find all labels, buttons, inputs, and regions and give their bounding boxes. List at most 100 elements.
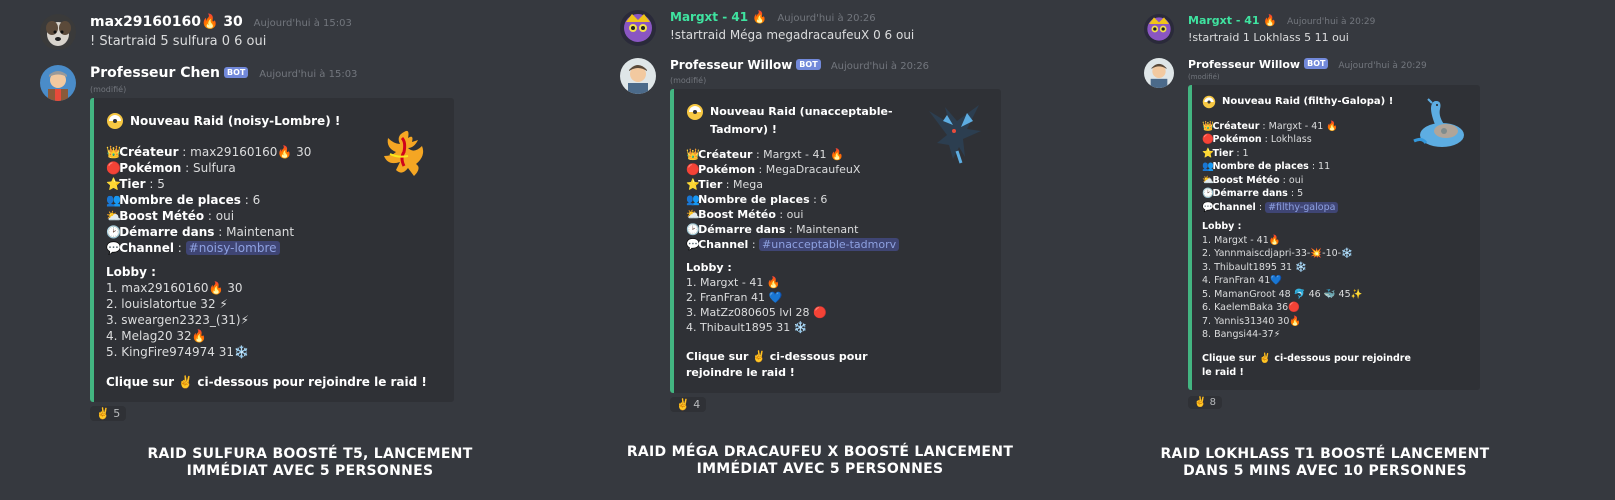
clock-icon: 🕑: [686, 223, 700, 236]
reaction-count: 4: [693, 398, 701, 411]
lobby-title: Lobby :: [686, 261, 732, 274]
field-value: : Margxt - 41 🔥: [752, 148, 844, 161]
lobby-entry: 2. FranFran 41 💙: [686, 291, 783, 304]
victory-hand-icon: ✌️: [676, 398, 690, 411]
bot-message: Professeur Willow BOT Aujourd'hui à 20:29…: [1140, 58, 1610, 409]
timestamp: Aujourd'hui à 20:29: [1338, 61, 1427, 71]
user-message: Margxt - 41 🔥 Aujourd'hui à 20:29 !start…: [1140, 14, 1610, 44]
weather-icon: ⛅: [686, 208, 700, 221]
field-value: : Maintenant: [214, 225, 295, 239]
reaction-button[interactable]: ✌️ 5: [90, 406, 127, 421]
lobby-title: Lobby :: [1202, 221, 1242, 232]
user-avatar[interactable]: [1144, 14, 1174, 44]
field-label: Pokémon: [1212, 134, 1262, 145]
field-value: : Margxt - 41 🔥: [1259, 120, 1339, 132]
lobby-entry: 2. Yannmaiscdjapri-33-💥-10-❄️: [1202, 248, 1353, 259]
embed-title: Nouveau Raid (unacceptable-Tadmorv) !: [710, 105, 893, 136]
field-label: Channel: [698, 238, 749, 251]
embed-title: Nouveau Raid (filthy-Galopa) !: [1222, 96, 1394, 107]
field-label: Boost Météo: [698, 208, 776, 221]
reaction-count: 8: [1209, 396, 1217, 408]
reaction-button[interactable]: ✌️ 8: [1188, 395, 1223, 409]
reaction-count: 5: [113, 407, 121, 420]
field-value: : 6: [809, 193, 828, 206]
channel-link[interactable]: #unacceptable-tadmorv: [759, 238, 900, 251]
lobby-list: 1. Margxt - 41 🔥 2. FranFran 41 💙 3. Mat…: [686, 275, 989, 335]
field-value: : 5: [1287, 188, 1304, 199]
channel-link[interactable]: #filthy-galopa: [1265, 201, 1339, 213]
field-label: Nombre de places: [698, 193, 810, 206]
timestamp: Aujourd'hui à 20:26: [830, 61, 930, 72]
pokemon-thumbnail: [923, 101, 985, 171]
lobby-entry: 3. Thibault1895 31 ❄️: [1202, 261, 1307, 273]
lobby-entry: 3. sweargen2323_(31)⚡: [106, 313, 249, 327]
command-text: ! Startraid 5 sulfura 0 6 oui: [90, 34, 267, 49]
crown-icon: 👑: [686, 148, 700, 161]
bot-avatar[interactable]: [1144, 58, 1174, 88]
people-icon: 👥: [1202, 161, 1214, 172]
bot-name[interactable]: Professeur Chen: [90, 65, 220, 81]
lobby-entry: 5. KingFire974974 31❄️: [106, 345, 249, 359]
field-value: : 1: [1233, 147, 1249, 159]
user-avatar[interactable]: [620, 10, 656, 46]
edited-label: (modifié): [90, 85, 127, 94]
field-value: : 11: [1308, 161, 1331, 172]
caption-line: RAID SULFURA BOOSTÉ T5, LANCEMENT: [147, 446, 473, 462]
raid-panel-lokhlass: Margxt - 41 🔥 Aujourd'hui à 20:29 !start…: [1140, 0, 1610, 500]
pokeball-badge-icon: [106, 112, 124, 134]
field-value: : 6: [240, 193, 261, 207]
edited-label: (modifié): [1188, 73, 1220, 81]
caption: RAID MÉGA DRACAUFEU X BOOSTÉ LANCEMENT I…: [600, 444, 1040, 478]
timestamp: Aujourd'hui à 20:29: [1286, 17, 1376, 27]
lobby-entry: 3. MatZz080605 lvl 28 🔴: [686, 306, 827, 319]
field-label: Channel: [119, 241, 174, 255]
lobby-entry: 1. max29160160🔥 30: [106, 281, 243, 295]
lobby-entry: 1. Margxt - 41🔥: [1202, 234, 1281, 246]
fire-icon: 🔥: [1263, 14, 1278, 27]
field-value: : oui: [775, 208, 804, 221]
edited-label: (modifié): [670, 76, 707, 85]
embed-title: Nouveau Raid (noisy-Lombre) !: [130, 114, 341, 128]
crown-icon: 👑: [106, 145, 121, 159]
user-level: 30: [223, 14, 243, 30]
field-value: : MegaDracaufeuX: [755, 163, 861, 176]
bot-avatar[interactable]: [620, 58, 656, 94]
raid-embed: Nouveau Raid (noisy-Lombre) ! 👑Créateur …: [90, 98, 454, 402]
username[interactable]: Margxt - 41: [1188, 14, 1260, 27]
channel-link[interactable]: #noisy-lombre: [185, 241, 280, 255]
field-label: Démarre dans: [119, 225, 215, 239]
field-value: :: [1255, 201, 1266, 213]
reaction-button[interactable]: ✌️ 4: [670, 397, 707, 412]
user-message: max29160160🔥 30 Aujourd'hui à 15:03 ! St…: [30, 14, 590, 50]
caption-line: RAID LOKHLASS T1 BOOSTÉ LANCEMENT: [1160, 446, 1490, 462]
username[interactable]: Margxt - 41: [670, 10, 748, 24]
field-label: Boost Météo: [1212, 174, 1280, 186]
pokeball-icon: 🔴: [1202, 134, 1214, 145]
lobby-entry: 7. Yannis31340 30🔥: [1202, 315, 1302, 327]
bot-avatar[interactable]: [40, 65, 76, 101]
lobby-entry: 5. MamanGroot 48 🐬 46 🐳 45✨: [1202, 288, 1363, 300]
field-label: Tier: [119, 177, 146, 191]
caption-line: IMMÉDIAT AVEC 5 PERSONNES: [696, 461, 944, 477]
victory-hand-icon: ✌️: [1194, 396, 1207, 408]
embed-footer: Clique sur ✌️ ci-dessous pour rejoindre …: [1202, 352, 1411, 378]
field-label: Démarre dans: [698, 223, 786, 236]
lobby-entry: 4. Melag20 32🔥: [106, 329, 207, 343]
clock-icon: 🕑: [1202, 188, 1214, 199]
username[interactable]: max29160160: [90, 14, 201, 30]
caption-line: RAID MÉGA DRACAUFEU X BOOSTÉ LANCEMENT: [626, 444, 1014, 460]
bot-tag: BOT: [223, 67, 249, 78]
command-text: !startraid Méga megadracaufeuX 0 6 oui: [670, 28, 915, 42]
command-text: !startraid 1 Lokhlass 5 11 oui: [1188, 31, 1349, 44]
field-label: Créateur: [119, 145, 179, 159]
bot-name[interactable]: Professeur Willow: [670, 58, 792, 72]
bot-name[interactable]: Professeur Willow: [1188, 58, 1300, 71]
field-label: Nombre de places: [1212, 161, 1309, 172]
pokeball-icon: 🔴: [106, 161, 121, 175]
pokemon-thumbnail: [374, 126, 432, 184]
lobby-entry: 4. Thibault1895 31 ❄️: [686, 321, 808, 334]
field-value: : 5: [145, 177, 165, 191]
raid-panel-sulfura: max29160160🔥 30 Aujourd'hui à 15:03 ! St…: [30, 0, 590, 500]
user-avatar[interactable]: [40, 14, 76, 50]
pokeball-badge-icon: [1202, 95, 1216, 114]
